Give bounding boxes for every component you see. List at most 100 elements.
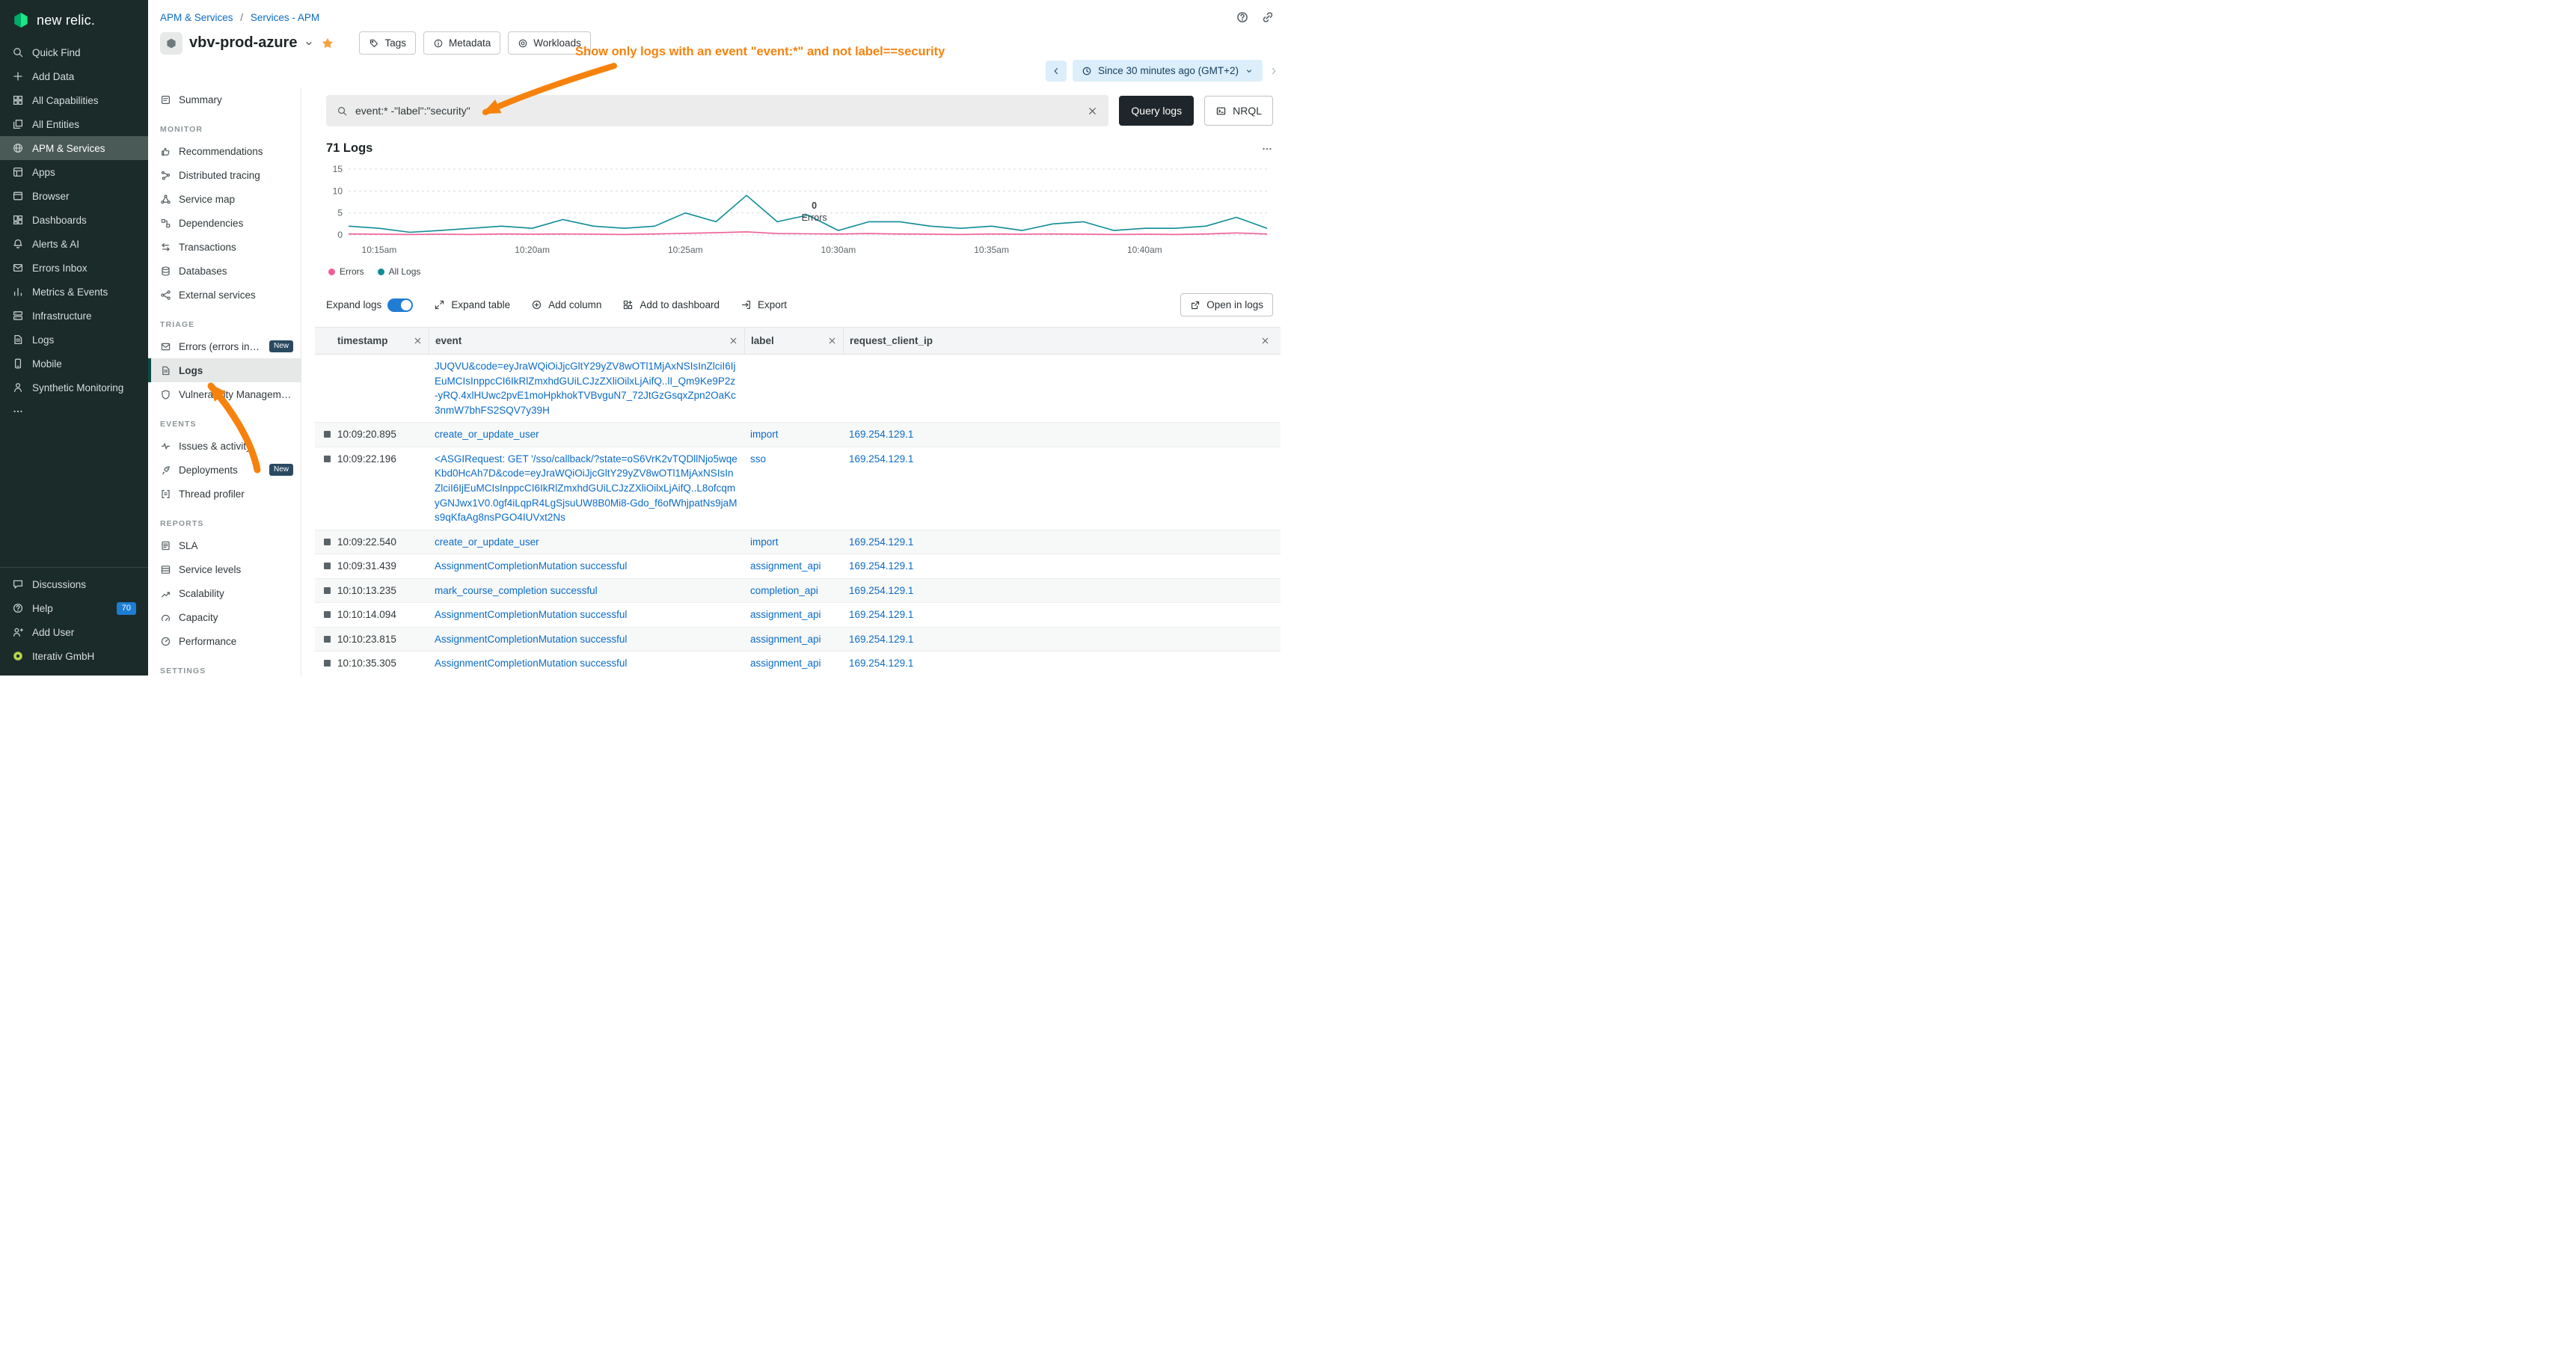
- sidebar-item-apps[interactable]: Apps: [0, 160, 148, 184]
- row-collapse-square[interactable]: [324, 611, 331, 618]
- log-event-link[interactable]: mark_course_completion successful: [435, 585, 598, 596]
- row-collapse-square[interactable]: [324, 539, 331, 545]
- sidebar-item-alerts-ai[interactable]: Alerts & AI: [0, 232, 148, 256]
- entity-switcher-caret[interactable]: [304, 38, 314, 49]
- add-column-button[interactable]: Add column: [531, 299, 601, 310]
- subnav-item-sla[interactable]: SLA: [148, 533, 301, 557]
- sidebar-item-apm-services[interactable]: APM & Services: [0, 136, 148, 160]
- sidebar-item-browser[interactable]: Browser: [0, 184, 148, 208]
- breadcrumb-apm-services[interactable]: APM & Services: [160, 12, 233, 23]
- log-ip-link[interactable]: 169.254.129.1: [849, 585, 913, 596]
- log-label-link[interactable]: import: [750, 536, 779, 548]
- subnav-item-recommendations[interactable]: Recommendations: [148, 139, 301, 163]
- sidebar-item-dashboards[interactable]: Dashboards: [0, 208, 148, 232]
- help-button[interactable]: [1236, 10, 1249, 24]
- log-row[interactable]: 10:10:23.815AssignmentCompletionMutation…: [315, 628, 1281, 652]
- favorite-star-icon[interactable]: [321, 37, 334, 50]
- row-collapse-square[interactable]: [324, 660, 331, 667]
- sidebar-item-errors-inbox[interactable]: Errors Inbox: [0, 256, 148, 280]
- log-label-link[interactable]: assignment_api: [750, 560, 821, 572]
- expand-table-button[interactable]: Expand table: [434, 299, 510, 310]
- column-header-event[interactable]: event: [429, 328, 744, 354]
- row-collapse-square[interactable]: [324, 431, 331, 438]
- row-toggle[interactable]: [315, 423, 337, 442]
- log-label-link[interactable]: assignment_api: [750, 634, 821, 645]
- row-toggle[interactable]: [315, 355, 337, 374]
- log-ip-link[interactable]: 169.254.129.1: [849, 658, 913, 669]
- log-row[interactable]: 10:09:31.439AssignmentCompletionMutation…: [315, 554, 1281, 579]
- sidebar-item-discussions[interactable]: Discussions: [0, 572, 148, 596]
- log-row[interactable]: 10:09:20.895create_or_update_userimport1…: [315, 423, 1281, 447]
- subnav-item-databases[interactable]: Databases: [148, 259, 301, 283]
- header-button-tags[interactable]: Tags: [359, 31, 416, 55]
- log-event-link[interactable]: AssignmentCompletionMutation successful: [435, 560, 627, 572]
- log-event-link[interactable]: AssignmentCompletionMutation successful: [435, 634, 627, 645]
- row-toggle[interactable]: [315, 530, 337, 550]
- subnav-item-logs[interactable]: Logs: [148, 358, 301, 382]
- log-event-link[interactable]: AssignmentCompletionMutation successful: [435, 658, 627, 669]
- log-row[interactable]: JUQVU&code=eyJraWQiOiJjcGltY29yZV8wOTl1M…: [315, 355, 1281, 423]
- row-collapse-square[interactable]: [324, 636, 331, 643]
- nrql-button[interactable]: NRQL: [1204, 96, 1273, 126]
- remove-column-icon[interactable]: [729, 336, 738, 346]
- row-collapse-square[interactable]: [324, 587, 331, 594]
- time-back-button[interactable]: [1046, 61, 1067, 82]
- time-forward-button[interactable]: [1269, 66, 1279, 76]
- log-label-link[interactable]: assignment_api: [750, 658, 821, 669]
- subnav-item-vulnerability-management[interactable]: Vulnerability Management: [148, 382, 301, 406]
- sidebar-item-infrastructure[interactable]: Infrastructure: [0, 304, 148, 328]
- row-toggle[interactable]: [315, 652, 337, 671]
- log-ip-link[interactable]: 169.254.129.1: [849, 453, 913, 465]
- log-row[interactable]: 10:09:22.540create_or_update_userimport1…: [315, 530, 1281, 555]
- subnav-item-performance[interactable]: Performance: [148, 629, 301, 653]
- log-label-link[interactable]: sso: [750, 453, 766, 465]
- row-toggle[interactable]: [315, 628, 337, 647]
- row-toggle[interactable]: [315, 603, 337, 622]
- remove-column-icon[interactable]: [413, 336, 423, 346]
- log-event-link[interactable]: JUQVU&code=eyJraWQiOiJjcGltY29yZV8wOTl1M…: [435, 361, 736, 416]
- log-ip-link[interactable]: 169.254.129.1: [849, 609, 913, 620]
- row-toggle[interactable]: [315, 579, 337, 598]
- subnav-item-transactions[interactable]: Transactions: [148, 235, 301, 259]
- clear-query-icon[interactable]: [1087, 105, 1098, 117]
- sidebar-item-all-entities[interactable]: All Entities: [0, 112, 148, 136]
- legend-all-logs[interactable]: All Logs: [378, 266, 421, 277]
- log-ip-link[interactable]: 169.254.129.1: [849, 560, 913, 572]
- header-button-metadata[interactable]: Metadata: [423, 31, 500, 55]
- subnav-item-summary[interactable]: Summary: [148, 88, 301, 111]
- sidebar-item-quick-find[interactable]: Quick Find: [0, 40, 148, 64]
- subnav-item-service-levels[interactable]: Service levels: [148, 557, 301, 581]
- log-event-link[interactable]: <ASGIRequest: GET '/sso/callback/?state=…: [435, 453, 737, 523]
- panel-menu-button[interactable]: [1261, 143, 1273, 155]
- log-ip-link[interactable]: 169.254.129.1: [849, 634, 913, 645]
- log-label-link[interactable]: completion_api: [750, 585, 818, 596]
- sidebar-item-synthetic-monitoring[interactable]: Synthetic Monitoring: [0, 376, 148, 399]
- log-row[interactable]: 10:09:22.196<ASGIRequest: GET '/sso/call…: [315, 447, 1281, 530]
- sidebar-item-add-data[interactable]: Add Data: [0, 64, 148, 88]
- column-header-timestamp[interactable]: timestamp: [337, 328, 429, 354]
- permalink-button[interactable]: [1261, 10, 1275, 24]
- sidebar-item-more[interactable]: [0, 399, 148, 423]
- log-row[interactable]: 10:10:14.094AssignmentCompletionMutation…: [315, 603, 1281, 628]
- subnav-item-service-map[interactable]: Service map: [148, 187, 301, 211]
- row-toggle[interactable]: [315, 447, 337, 467]
- expand-logs-toggle[interactable]: [387, 298, 413, 312]
- subnav-item-deployments[interactable]: DeploymentsNew: [148, 458, 301, 482]
- time-range-button[interactable]: Since 30 minutes ago (GMT+2): [1073, 60, 1263, 82]
- row-collapse-square[interactable]: [324, 456, 331, 462]
- log-label-link[interactable]: assignment_api: [750, 609, 821, 620]
- log-row[interactable]: 10:10:13.235mark_course_completion succe…: [315, 579, 1281, 604]
- breadcrumb-services-apm[interactable]: Services - APM: [251, 12, 319, 23]
- remove-column-icon[interactable]: [827, 336, 837, 346]
- log-row[interactable]: 10:10:35.305AssignmentCompletionMutation…: [315, 652, 1281, 676]
- subnav-item-distributed-tracing[interactable]: Distributed tracing: [148, 163, 301, 187]
- header-button-workloads[interactable]: Workloads: [508, 31, 591, 55]
- sidebar-item-logs[interactable]: Logs: [0, 328, 148, 352]
- subnav-item-issues-activity[interactable]: Issues & activity: [148, 434, 301, 458]
- add-to-dashboard-button[interactable]: Add to dashboard: [622, 299, 720, 310]
- brand-logo[interactable]: new relic.: [0, 0, 148, 40]
- log-label-link[interactable]: import: [750, 429, 779, 440]
- logs-query-input[interactable]: event:* -"label":"security": [326, 95, 1108, 126]
- row-collapse-square[interactable]: [324, 563, 331, 569]
- log-ip-link[interactable]: 169.254.129.1: [849, 536, 913, 548]
